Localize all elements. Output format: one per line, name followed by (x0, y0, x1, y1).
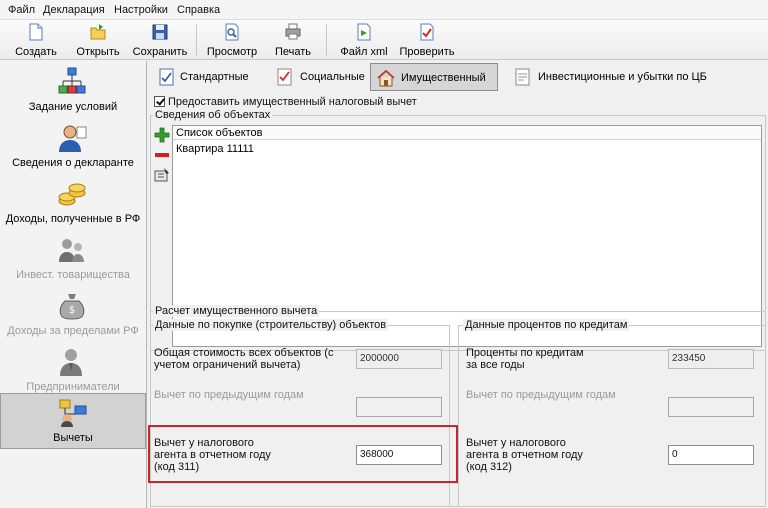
tab-social[interactable]: Социальные (270, 63, 370, 91)
tab-label: Стандартные (180, 71, 249, 83)
check-document-icon (420, 23, 434, 41)
investment-tab-icon (515, 68, 530, 86)
menu-bar: Файл Декларация Настройки Справка (0, 0, 768, 20)
total-cost-label: Общая стоимость всех объектов (с учетом … (154, 347, 334, 371)
partners-icon (59, 239, 84, 262)
interest-total-label-line1: Проценты по кредитам (466, 347, 584, 359)
sidebar-item-deductions[interactable]: Вычеты (0, 393, 146, 449)
prev-years-label: Вычет по предыдущим годам (154, 389, 304, 401)
interest-prev-years-field[interactable] (668, 397, 754, 417)
total-cost-field[interactable]: 2000000 (356, 349, 442, 369)
calculation-group-title: Расчет имущественного вычета (153, 305, 320, 317)
standard-tab-icon (159, 68, 174, 86)
agent-deduction-312-field[interactable]: 0 (668, 445, 754, 465)
objects-group-title: Сведения об объектах (153, 109, 273, 121)
tab-property[interactable]: Имущественный (370, 63, 498, 91)
new-document-icon (29, 23, 43, 41)
deductions-icon (59, 399, 87, 427)
interest-total-label-line2: за все годы (466, 359, 525, 371)
svg-text:$: $ (69, 305, 75, 316)
social-tab-icon (277, 68, 292, 86)
sidebar-item-label: Вычеты (53, 432, 93, 444)
agent-deduction-311-field[interactable]: 368000 (356, 445, 442, 465)
tab-label: Имущественный (401, 72, 486, 84)
open-folder-icon (90, 24, 106, 40)
agent-deduction-312-label-line2: агента в отчетном году (466, 449, 583, 461)
remove-object-button[interactable] (154, 147, 170, 163)
xml-file-label: Файл xml (340, 46, 388, 58)
menu-file[interactable]: Файл (8, 4, 35, 16)
main-content: Стандартные Социальные Имущественный Инв… (148, 61, 768, 508)
tab-label: Социальные (300, 71, 365, 83)
property-deduction-checkbox-label: Предоставить имущественный налоговый выч… (168, 96, 417, 108)
sidebar-item-label: Задание условий (28, 101, 118, 113)
xml-file-icon (357, 23, 371, 41)
sidebar-item-label: Доходы, полученные в РФ (5, 213, 141, 225)
agent-deduction-312-label-line3: (код 312) (466, 461, 512, 473)
sidebar-item-income-rf[interactable]: Доходы, полученные в РФ (0, 175, 146, 231)
sidebar-item-label: Инвест. товарищества (16, 269, 130, 281)
printer-icon (285, 23, 301, 40)
menu-declaration[interactable]: Декларация (43, 4, 105, 16)
preview-label: Просмотр (206, 46, 258, 58)
toolbar-separator (326, 24, 327, 56)
preview-button[interactable]: Просмотр (202, 22, 262, 58)
edit-object-button[interactable] (154, 167, 170, 183)
sidebar-item-income-abroad[interactable]: $ Доходы за пределами РФ (0, 287, 146, 343)
list-item[interactable]: Квартира 11111 (176, 143, 254, 155)
preview-icon (225, 23, 239, 41)
interest-total-field[interactable]: 233450 (668, 349, 754, 369)
objects-list-header: Список объектов (173, 126, 761, 140)
sidebar-item-label: Предприниматели (26, 381, 120, 393)
agent-deduction-311-label-line3: (код 311) (154, 461, 200, 473)
property-deduction-checkbox[interactable] (154, 96, 165, 107)
tab-label: Инвестиционные и убытки по ЦБ (538, 71, 707, 83)
sidebar-item-invest-partnerships[interactable]: Инвест. товарищества (0, 231, 146, 287)
interest-prev-years-label: Вычет по предыдущим годам (466, 389, 616, 401)
save-label: Сохранить (132, 46, 188, 58)
house-icon (377, 69, 395, 87)
create-button[interactable]: Создать (12, 22, 60, 58)
sidebar: Задание условий Сведения о декларанте До… (0, 61, 147, 508)
sidebar-item-declarant[interactable]: Сведения о декларанте (0, 119, 146, 175)
agent-deduction-311-label-line1: Вычет у налогового (154, 437, 254, 449)
sidebar-item-conditions[interactable]: Задание условий (0, 63, 146, 119)
toolbar: Создать Открыть Сохранить Просмотр Печат… (0, 20, 768, 60)
toolbar-separator (196, 24, 197, 56)
person-icon (59, 125, 87, 152)
check-label: Проверить (399, 46, 455, 58)
open-label: Открыть (76, 46, 120, 58)
tab-investment[interactable]: Инвестиционные и убытки по ЦБ (508, 63, 708, 91)
create-label: Создать (15, 46, 57, 58)
save-button[interactable]: Сохранить (130, 22, 190, 58)
sidebar-item-label: Доходы за пределами РФ (7, 325, 139, 337)
businessman-icon (60, 349, 82, 376)
menu-help[interactable]: Справка (177, 4, 220, 16)
open-button[interactable]: Открыть (72, 22, 124, 58)
tab-standard[interactable]: Стандартные (152, 63, 264, 91)
add-object-button[interactable] (154, 127, 170, 143)
interest-group-title: Данные процентов по кредитам (463, 319, 630, 331)
agent-deduction-311-label-line2: агента в отчетном году (154, 449, 271, 461)
print-button[interactable]: Печать (268, 22, 318, 58)
coins-icon (58, 183, 86, 206)
hierarchy-icon (58, 67, 86, 94)
sidebar-item-entrepreneurs[interactable]: Предприниматели (0, 343, 146, 399)
menu-settings[interactable]: Настройки (114, 4, 168, 16)
sidebar-item-label: Сведения о декларанте (12, 157, 134, 169)
check-button[interactable]: Проверить (398, 22, 456, 58)
save-disk-icon (152, 24, 168, 40)
purchase-group-title: Данные по покупке (строительству) объект… (153, 319, 389, 331)
objects-list-header-label: Список объектов (176, 127, 263, 139)
xml-file-button[interactable]: Файл xml (338, 22, 390, 58)
print-label: Печать (274, 46, 312, 58)
agent-deduction-312-label-line1: Вычет у налогового (466, 437, 566, 449)
money-bag-icon: $ (59, 294, 85, 320)
deduction-tabs: Стандартные Социальные Имущественный Инв… (152, 63, 764, 93)
prev-years-field[interactable] (356, 397, 442, 417)
